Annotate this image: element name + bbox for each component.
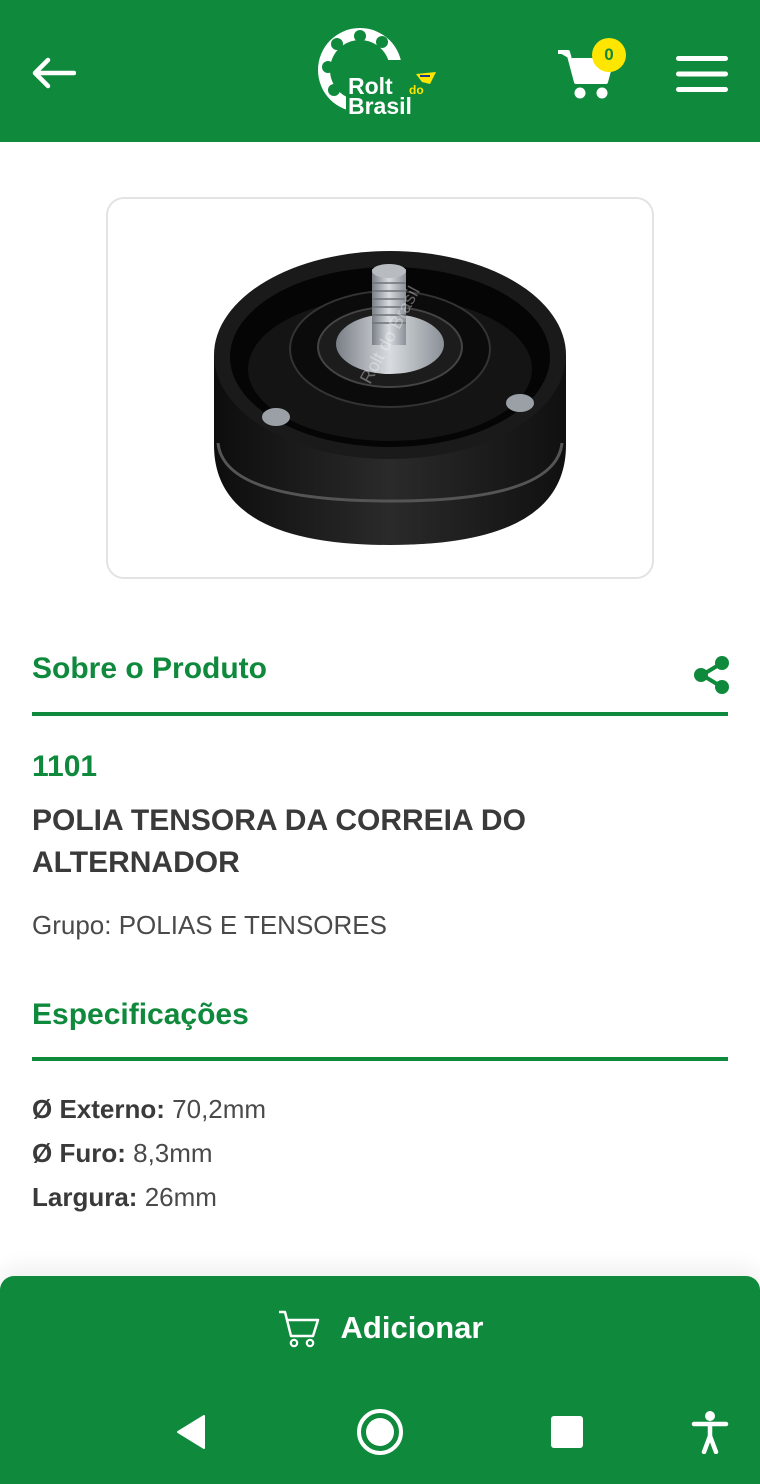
logo-brasil: Brasil <box>348 93 412 119</box>
accessibility-button[interactable] <box>682 1404 738 1460</box>
rolt-do-brasil-logo[interactable]: Rolt do Brasil <box>312 22 452 122</box>
nav-home-icon <box>357 1409 403 1455</box>
about-divider <box>32 712 728 716</box>
cart-count-badge: 0 <box>592 38 626 72</box>
add-to-cart-button[interactable]: Adicionar <box>260 1300 500 1356</box>
product-code: 1101 <box>32 750 98 783</box>
specs-section-title: Especificações <box>32 998 249 1031</box>
cart-outline-icon <box>278 1310 319 1348</box>
share-icon <box>694 656 729 694</box>
back-button[interactable] <box>26 46 80 100</box>
spec-label: Ø Furo: <box>32 1138 126 1168</box>
spec-value: 8,3mm <box>133 1138 213 1168</box>
about-section-title: Sobre o Produto <box>32 652 267 685</box>
accessibility-icon <box>691 1411 729 1454</box>
nav-recents-icon <box>551 1416 583 1448</box>
nav-home-button[interactable] <box>352 1404 408 1460</box>
pulley-product-image: Rolt do Brasil <box>214 251 566 545</box>
nav-back-icon <box>177 1415 205 1449</box>
menu-button[interactable] <box>672 50 732 98</box>
spec-label: Largura: <box>32 1182 138 1212</box>
spec-row-bore-diameter: Ø Furo: 8,3mm <box>32 1138 213 1169</box>
spec-value: 70,2mm <box>172 1094 267 1124</box>
nav-recents-button[interactable] <box>539 1404 595 1460</box>
spec-label: Ø Externo: <box>32 1094 165 1124</box>
menu-icon <box>676 56 728 92</box>
product-name: POLIA TENSORA DA CORREIA DO ALTERNADOR <box>32 804 526 879</box>
specs-divider <box>32 1057 728 1061</box>
share-button[interactable] <box>690 654 732 696</box>
back-arrow-icon <box>32 57 76 89</box>
app-header: Rolt do Brasil 0 <box>0 0 760 142</box>
product-group: Grupo: POLIAS E TENSORES <box>32 910 387 940</box>
nav-back-button[interactable] <box>162 1404 218 1460</box>
spec-value: 26mm <box>144 1182 217 1212</box>
spec-row-width: Largura: 26mm <box>32 1182 217 1213</box>
add-button-label: Adicionar <box>340 1310 484 1345</box>
spec-row-external-diameter: Ø Externo: 70,2mm <box>32 1094 266 1125</box>
product-image-frame[interactable]: Rolt do Brasil <box>106 197 654 579</box>
